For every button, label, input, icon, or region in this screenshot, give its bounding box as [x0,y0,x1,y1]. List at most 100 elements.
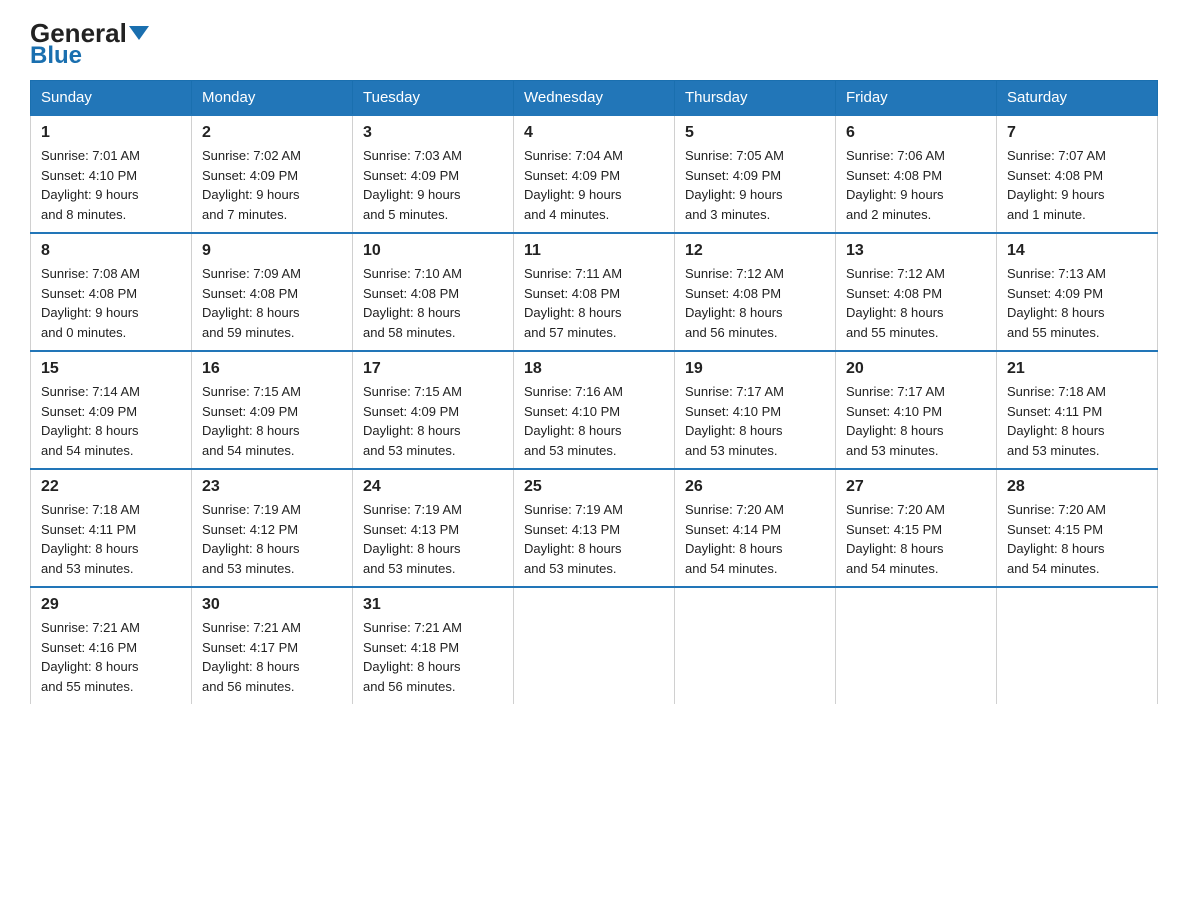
calendar-cell: 4 Sunrise: 7:04 AMSunset: 4:09 PMDaylight… [514,115,675,233]
logo-triangle-icon [129,26,149,40]
day-info: Sunrise: 7:03 AMSunset: 4:09 PMDaylight:… [363,146,503,224]
calendar-cell: 15 Sunrise: 7:14 AMSunset: 4:09 PMDayligh… [31,351,192,469]
day-number: 29 [41,596,181,614]
day-number: 9 [202,242,342,260]
calendar-cell: 10 Sunrise: 7:10 AMSunset: 4:08 PMDayligh… [353,233,514,351]
calendar-cell: 18 Sunrise: 7:16 AMSunset: 4:10 PMDayligh… [514,351,675,469]
day-info: Sunrise: 7:12 AMSunset: 4:08 PMDaylight:… [846,264,986,342]
calendar-cell: 19 Sunrise: 7:17 AMSunset: 4:10 PMDayligh… [675,351,836,469]
day-info: Sunrise: 7:14 AMSunset: 4:09 PMDaylight:… [41,382,181,460]
day-number: 14 [1007,242,1147,260]
calendar-cell: 9Sunrise: 7:09 AMSunset: 4:08 PMDaylight… [192,233,353,351]
day-number: 2 [202,124,342,142]
day-info: Sunrise: 7:19 AMSunset: 4:13 PMDaylight:… [524,500,664,578]
calendar-week-row: 29 Sunrise: 7:21 AMSunset: 4:16 PMDayligh… [31,587,1158,704]
day-info: Sunrise: 7:01 AMSunset: 4:10 PMDaylight:… [41,146,181,224]
day-info: Sunrise: 7:10 AMSunset: 4:08 PMDaylight:… [363,264,503,342]
calendar-cell: 14 Sunrise: 7:13 AMSunset: 4:09 PMDayligh… [997,233,1158,351]
day-info: Sunrise: 7:05 AMSunset: 4:09 PMDaylight:… [685,146,825,224]
calendar-cell: 11Sunrise: 7:11 AMSunset: 4:08 PMDayligh… [514,233,675,351]
calendar-week-row: 1 Sunrise: 7:01 AMSunset: 4:10 PMDaylight… [31,115,1158,233]
calendar-cell: 5Sunrise: 7:05 AMSunset: 4:09 PMDaylight… [675,115,836,233]
day-number: 16 [202,360,342,378]
day-number: 30 [202,596,342,614]
day-number: 3 [363,124,503,142]
day-of-week-header: Wednesday [514,81,675,116]
calendar-cell: 23 Sunrise: 7:19 AMSunset: 4:12 PMDayligh… [192,469,353,587]
day-number: 31 [363,596,503,614]
day-info: Sunrise: 7:19 AMSunset: 4:12 PMDaylight:… [202,500,342,578]
day-of-week-header: Sunday [31,81,192,116]
day-info: Sunrise: 7:17 AMSunset: 4:10 PMDaylight:… [846,382,986,460]
day-info: Sunrise: 7:07 AMSunset: 4:08 PMDaylight:… [1007,146,1147,224]
day-number: 1 [41,124,181,142]
calendar-week-row: 22 Sunrise: 7:18 AMSunset: 4:11 PMDayligh… [31,469,1158,587]
day-number: 24 [363,478,503,496]
calendar-cell: 30Sunrise: 7:21 AMSunset: 4:17 PMDayligh… [192,587,353,704]
day-info: Sunrise: 7:20 AMSunset: 4:15 PMDaylight:… [846,500,986,578]
calendar-week-row: 15 Sunrise: 7:14 AMSunset: 4:09 PMDayligh… [31,351,1158,469]
calendar-cell [675,587,836,704]
calendar-cell: 20Sunrise: 7:17 AMSunset: 4:10 PMDayligh… [836,351,997,469]
day-info: Sunrise: 7:21 AMSunset: 4:16 PMDaylight:… [41,618,181,696]
day-info: Sunrise: 7:16 AMSunset: 4:10 PMDaylight:… [524,382,664,460]
calendar-header: SundayMondayTuesdayWednesdayThursdayFrid… [31,81,1158,116]
day-number: 19 [685,360,825,378]
calendar-cell: 2 Sunrise: 7:02 AMSunset: 4:09 PMDaylight… [192,115,353,233]
calendar-cell [836,587,997,704]
day-of-week-header: Friday [836,81,997,116]
calendar-cell: 12 Sunrise: 7:12 AMSunset: 4:08 PMDayligh… [675,233,836,351]
calendar-cell [514,587,675,704]
day-info: Sunrise: 7:12 AMSunset: 4:08 PMDaylight:… [685,264,825,342]
day-info: Sunrise: 7:21 AMSunset: 4:18 PMDaylight:… [363,618,503,696]
day-number: 4 [524,124,664,142]
calendar-cell: 13 Sunrise: 7:12 AMSunset: 4:08 PMDayligh… [836,233,997,351]
day-info: Sunrise: 7:04 AMSunset: 4:09 PMDaylight:… [524,146,664,224]
day-info: Sunrise: 7:06 AMSunset: 4:08 PMDaylight:… [846,146,986,224]
calendar-cell: 29 Sunrise: 7:21 AMSunset: 4:16 PMDayligh… [31,587,192,704]
calendar-cell: 7 Sunrise: 7:07 AMSunset: 4:08 PMDaylight… [997,115,1158,233]
calendar-cell: 6Sunrise: 7:06 AMSunset: 4:08 PMDaylight… [836,115,997,233]
day-number: 17 [363,360,503,378]
calendar-cell: 24 Sunrise: 7:19 AMSunset: 4:13 PMDayligh… [353,469,514,587]
day-number: 8 [41,242,181,260]
calendar-cell [997,587,1158,704]
day-number: 11 [524,242,664,260]
day-number: 22 [41,478,181,496]
logo-blue: Blue [30,42,82,70]
calendar-cell: 27 Sunrise: 7:20 AMSunset: 4:15 PMDayligh… [836,469,997,587]
calendar-cell: 17 Sunrise: 7:15 AMSunset: 4:09 PMDayligh… [353,351,514,469]
day-info: Sunrise: 7:19 AMSunset: 4:13 PMDaylight:… [363,500,503,578]
calendar-table: SundayMondayTuesdayWednesdayThursdayFrid… [30,80,1158,704]
day-info: Sunrise: 7:13 AMSunset: 4:09 PMDaylight:… [1007,264,1147,342]
calendar-cell: 21 Sunrise: 7:18 AMSunset: 4:11 PMDayligh… [997,351,1158,469]
day-info: Sunrise: 7:20 AMSunset: 4:14 PMDaylight:… [685,500,825,578]
day-number: 13 [846,242,986,260]
day-number: 27 [846,478,986,496]
day-info: Sunrise: 7:20 AMSunset: 4:15 PMDaylight:… [1007,500,1147,578]
day-info: Sunrise: 7:15 AMSunset: 4:09 PMDaylight:… [363,382,503,460]
day-number: 25 [524,478,664,496]
calendar-week-row: 8 Sunrise: 7:08 AMSunset: 4:08 PMDaylight… [31,233,1158,351]
calendar-cell: 22 Sunrise: 7:18 AMSunset: 4:11 PMDayligh… [31,469,192,587]
day-info: Sunrise: 7:18 AMSunset: 4:11 PMDaylight:… [41,500,181,578]
calendar-cell: 1 Sunrise: 7:01 AMSunset: 4:10 PMDaylight… [31,115,192,233]
day-number: 18 [524,360,664,378]
day-number: 15 [41,360,181,378]
day-number: 12 [685,242,825,260]
page-header: General Blue [30,20,1158,70]
logo: General Blue [30,20,149,70]
day-number: 23 [202,478,342,496]
day-info: Sunrise: 7:18 AMSunset: 4:11 PMDaylight:… [1007,382,1147,460]
day-info: Sunrise: 7:02 AMSunset: 4:09 PMDaylight:… [202,146,342,224]
day-info: Sunrise: 7:15 AMSunset: 4:09 PMDaylight:… [202,382,342,460]
day-number: 10 [363,242,503,260]
day-info: Sunrise: 7:08 AMSunset: 4:08 PMDaylight:… [41,264,181,342]
calendar-body: 1 Sunrise: 7:01 AMSunset: 4:10 PMDaylight… [31,115,1158,704]
calendar-cell: 26Sunrise: 7:20 AMSunset: 4:14 PMDayligh… [675,469,836,587]
calendar-cell: 16 Sunrise: 7:15 AMSunset: 4:09 PMDayligh… [192,351,353,469]
day-of-week-header: Thursday [675,81,836,116]
day-info: Sunrise: 7:17 AMSunset: 4:10 PMDaylight:… [685,382,825,460]
day-number: 7 [1007,124,1147,142]
day-number: 21 [1007,360,1147,378]
